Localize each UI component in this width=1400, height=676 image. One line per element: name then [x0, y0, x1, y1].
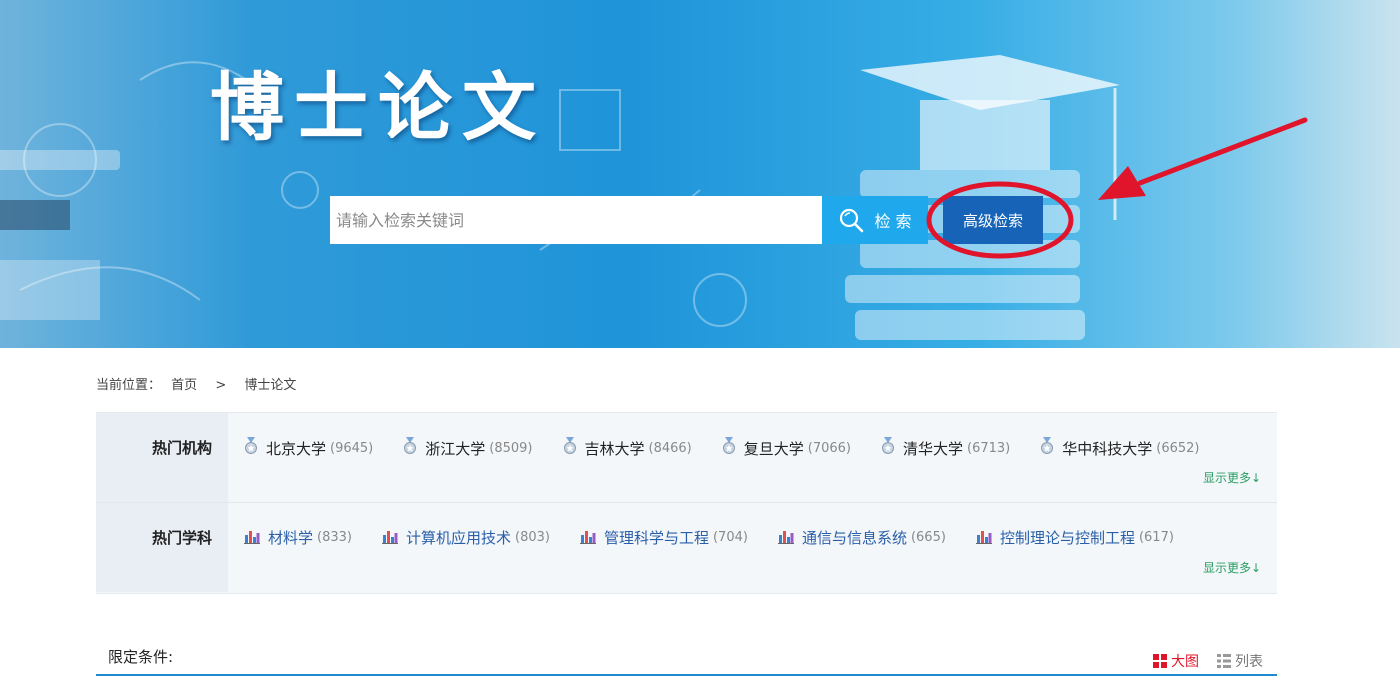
institutions-show-more[interactable]: 显示更多↓ [1203, 469, 1261, 486]
subject-name: 通信与信息系统 [801, 529, 907, 547]
bar-chart-icon [244, 528, 260, 548]
subject-count: (617) [1138, 530, 1174, 545]
hot-institutions-label: 热门机构 [151, 439, 212, 457]
limit-conditions-label: 限定条件: [108, 648, 174, 666]
institution-name: 清华大学 [903, 439, 964, 458]
grid-view-toggle[interactable]: 大图 [1153, 651, 1199, 671]
advanced-search-button[interactable]: 高级检索 [943, 196, 1043, 244]
subject-item[interactable]: 管理科学与工程 (704) [579, 527, 748, 548]
medal-icon [403, 437, 417, 459]
subject-count: (803) [515, 530, 550, 545]
institution-count: (6713) [967, 440, 1011, 456]
hot-subjects-label-cell: 热门学科 [96, 503, 228, 592]
institution-name: 浙江大学 [425, 439, 486, 458]
hot-institutions-label-cell: 热门机构 [96, 413, 228, 502]
breadcrumb-separator: > [215, 378, 227, 393]
filter-panel: 热门机构 北京大学 (9645) 浙江大学 (8509) 吉林大学 (8466) 复旦大学(… [96, 412, 1277, 594]
institution-item[interactable]: 吉林大学 (8466) [563, 437, 692, 459]
subject-name: 计算机应用技术 [405, 529, 511, 547]
bar-chart-icon [975, 528, 992, 548]
subject-item[interactable]: 材料学 (833) [244, 527, 352, 548]
institution-item[interactable]: 北京大学 (9645) [244, 437, 373, 459]
institution-item[interactable]: 华中科技大学 (6652) [1040, 437, 1200, 459]
institution-name: 吉林大学 [584, 439, 645, 458]
breadcrumb-current: 博士论文 [244, 378, 297, 393]
institution-count: (6652) [1156, 440, 1200, 456]
medal-icon [244, 437, 258, 459]
bar-chart-icon [777, 528, 794, 548]
subject-name: 材料学 [268, 529, 314, 547]
search-icon [840, 208, 864, 233]
subject-count: (665) [910, 530, 946, 545]
grid-view-label: 大图 [1171, 654, 1199, 670]
medal-icon [563, 437, 577, 459]
institution-item[interactable]: 复旦大学 (7066) [722, 437, 851, 459]
subject-count: (704) [712, 530, 748, 545]
medal-icon [722, 437, 736, 459]
view-toggle: 大图 列表 [1153, 651, 1263, 671]
subject-item[interactable]: 控制理论与控制工程 (617) [975, 527, 1174, 548]
bar-chart-icon [579, 528, 596, 548]
institution-count: (7066) [807, 440, 851, 456]
institution-name: 复旦大学 [743, 439, 804, 458]
page-title: 博士论文 [210, 65, 546, 151]
breadcrumb: 当前位置： 首页 > 博士论文 [96, 374, 296, 393]
breadcrumb-home-link[interactable]: 首页 [171, 378, 197, 393]
hot-institutions-list: 北京大学 (9645) 浙江大学 (8509) 吉林大学 (8466) 复旦大学 (7066)… [244, 437, 1230, 459]
hot-subjects-label: 热门学科 [151, 529, 212, 547]
subject-item[interactable]: 计算机应用技术 (803) [381, 527, 550, 548]
subject-count: (833) [317, 530, 352, 545]
advanced-search-label: 高级检索 [962, 211, 1023, 230]
grid-view-icon [1153, 654, 1167, 668]
institution-count: (8466) [648, 440, 692, 456]
medal-icon [881, 437, 895, 459]
list-view-label: 列表 [1235, 654, 1263, 670]
hot-institutions-row: 热门机构 北京大学 (9645) 浙江大学 (8509) 吉林大学 (8466) 复旦大学(… [96, 413, 1277, 502]
list-view-icon [1217, 654, 1231, 668]
institution-name: 北京大学 [266, 439, 327, 458]
search-input[interactable] [330, 196, 822, 244]
hot-subjects-row: 热门学科 材料学 (833) 计算机应用技术 (803) 管理科学与工程 (704) 通信与… [96, 502, 1277, 592]
medal-icon [1040, 437, 1054, 459]
institution-item[interactable]: 清华大学 (6713) [881, 437, 1010, 459]
search-button-label: 检 索 [874, 212, 912, 231]
hot-subjects-list: 材料学 (833) 计算机应用技术 (803) 管理科学与工程 (704) 通信与信息系统(… [244, 527, 1204, 548]
subjects-show-more[interactable]: 显示更多↓ [1203, 559, 1261, 576]
search-button[interactable]: 检 索 [822, 196, 928, 244]
institution-item[interactable]: 浙江大学 (8509) [403, 437, 533, 459]
subject-item[interactable]: 通信与信息系统 (665) [777, 527, 946, 548]
institution-count: (9645) [330, 440, 374, 456]
list-view-toggle[interactable]: 列表 [1217, 651, 1263, 671]
subject-name: 控制理论与控制工程 [999, 529, 1135, 547]
institution-name: 华中科技大学 [1062, 439, 1153, 458]
breadcrumb-label: 当前位置： [96, 378, 162, 393]
institution-count: (8509) [489, 440, 533, 456]
bar-chart-icon [381, 528, 398, 548]
banner: 博士论文 检 索 高级检索 [0, 0, 1400, 348]
subject-name: 管理科学与工程 [603, 529, 709, 547]
